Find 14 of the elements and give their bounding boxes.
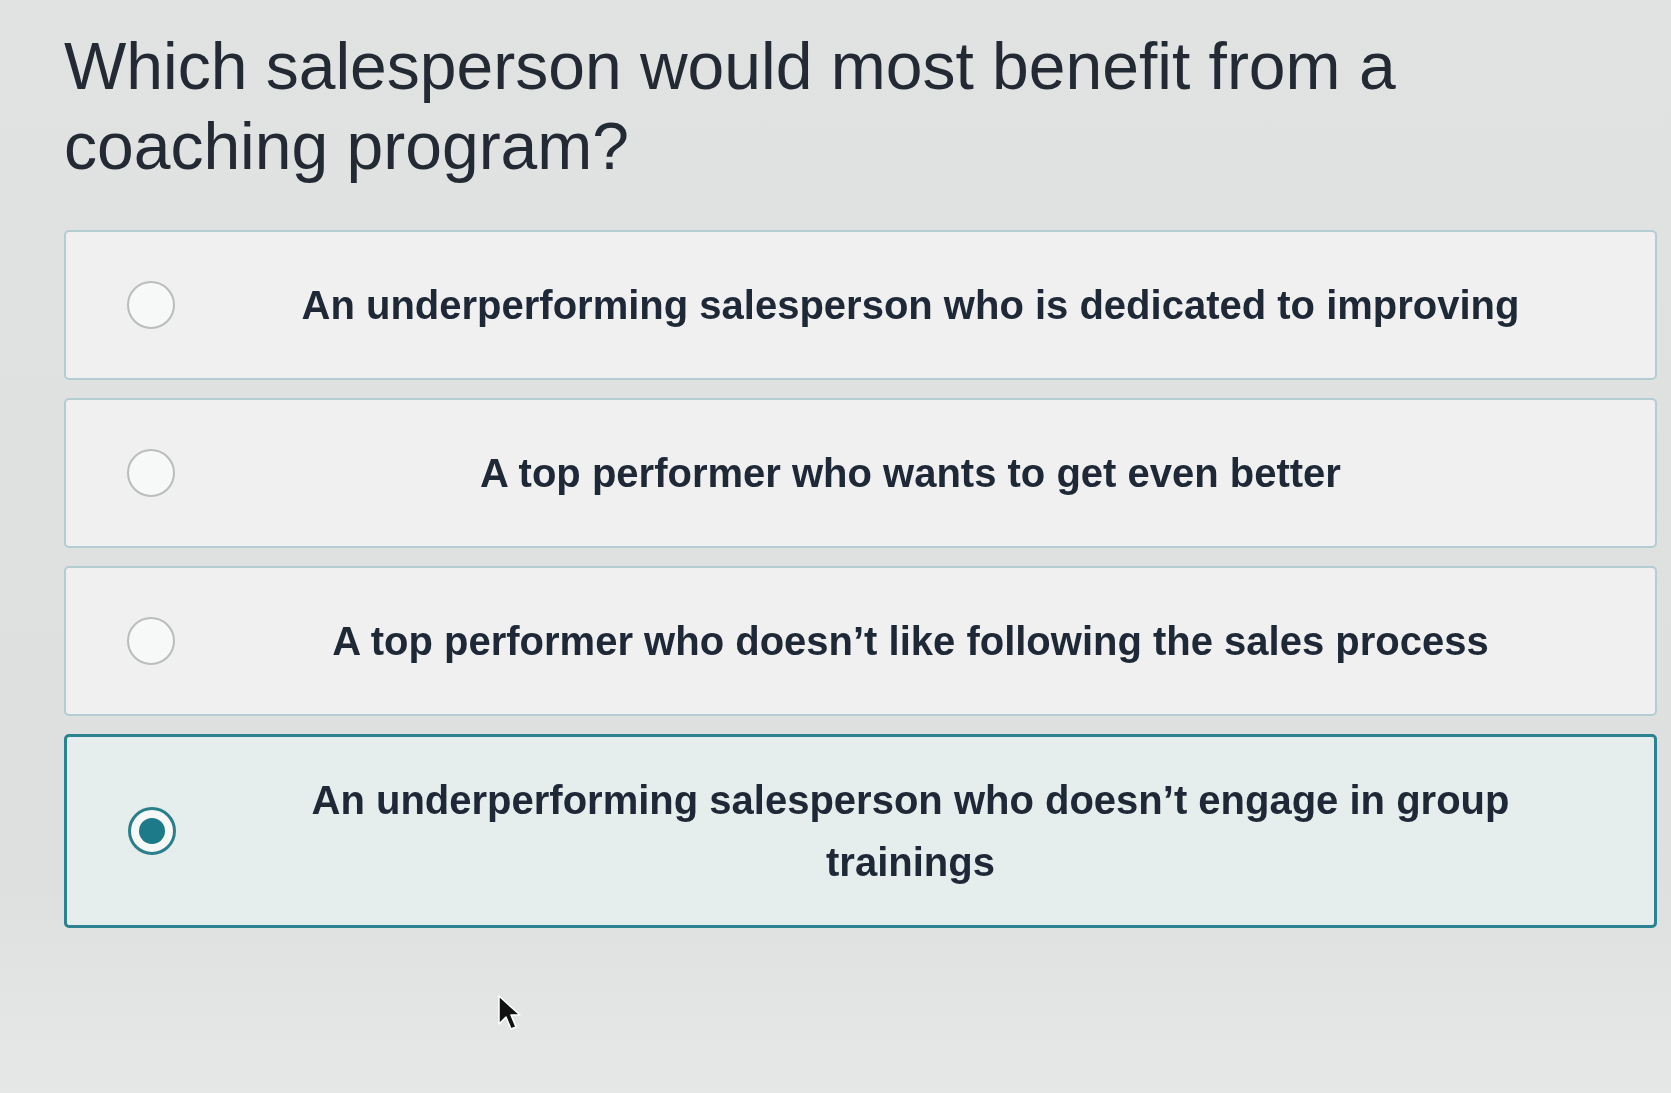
option-text: An underperforming salesperson who is dedicated to improving <box>301 282 1520 329</box>
radio-button[interactable] <box>127 449 175 497</box>
option-text: An underperforming salesperson who doesn’t engage in group trainings <box>310 777 1511 886</box>
radio-button[interactable] <box>127 281 175 329</box>
radio-button[interactable] <box>128 807 176 855</box>
radio-button[interactable] <box>127 617 175 665</box>
option-text: A top performer who wants to get even better <box>480 450 1341 497</box>
answer-option[interactable]: A top performer who wants to get even better <box>64 398 1657 548</box>
question-title: Which salesperson would most benefit from a coaching program? <box>64 28 1397 185</box>
option-text: A top performer who doesn’t like following the sales process <box>332 618 1489 665</box>
mouse-pointer-icon <box>498 995 522 1031</box>
answer-option[interactable]: A top performer who doesn’t like following the sales process <box>64 566 1657 716</box>
answer-option[interactable]: An underperforming salesperson who doesn’t engage in group trainings <box>64 734 1657 928</box>
answer-option[interactable]: An underperforming salesperson who is dedicated to improving <box>64 230 1657 380</box>
